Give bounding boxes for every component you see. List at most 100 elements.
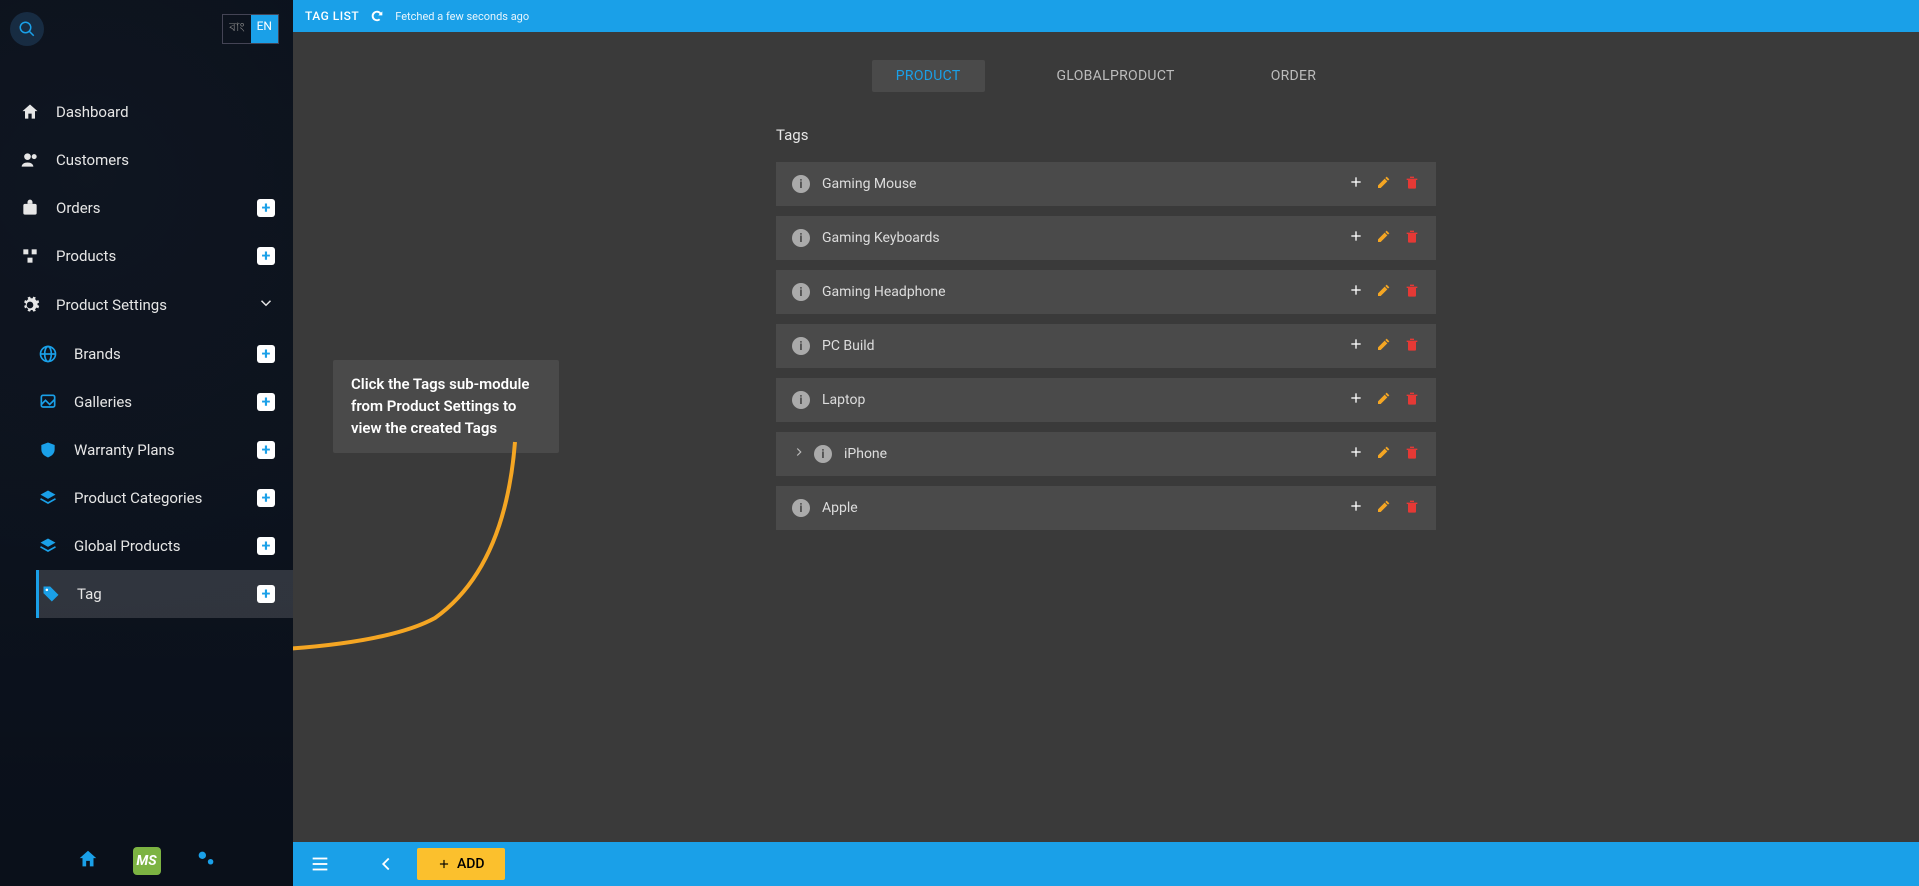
add-tag-button[interactable]: + <box>257 585 275 603</box>
add-order-button[interactable]: + <box>257 199 275 217</box>
sidebar-item-label: Products <box>56 247 116 265</box>
sidebar-item-label: Tag <box>77 585 102 603</box>
add-child-button[interactable] <box>1348 498 1364 518</box>
tags-section: Tags i Gaming Mouse i Gaming Keyboards iGami… <box>776 126 1436 540</box>
sidebar-item-label: Product Categories <box>74 489 202 507</box>
sidebar-top: বাং EN <box>0 0 293 58</box>
add-product-button[interactable]: + <box>257 247 275 265</box>
add-warranty-button[interactable]: + <box>257 441 275 459</box>
edit-button[interactable] <box>1376 390 1392 410</box>
gear-icon <box>18 295 42 315</box>
delete-button[interactable] <box>1404 336 1420 356</box>
info-icon[interactable]: i <box>792 337 810 355</box>
delete-button[interactable] <box>1404 174 1420 194</box>
main: TAG LIST Fetched a few seconds ago PRODU… <box>293 0 1919 886</box>
info-icon[interactable]: i <box>814 445 832 463</box>
add-child-button[interactable] <box>1348 228 1364 248</box>
sidebar-item-warranty-plans[interactable]: Warranty Plans + <box>36 426 293 474</box>
add-child-button[interactable] <box>1348 336 1364 356</box>
add-child-button[interactable] <box>1348 444 1364 464</box>
add-button[interactable]: ADD <box>417 848 505 880</box>
tag-row[interactable]: iLaptop <box>776 378 1436 422</box>
info-icon[interactable]: i <box>792 499 810 517</box>
tag-row[interactable]: iiPhone <box>776 432 1436 476</box>
add-category-button[interactable]: + <box>257 489 275 507</box>
tooltip: Click the Tags sub-module from Product S… <box>333 360 559 453</box>
plus-icon <box>437 857 451 871</box>
section-heading: Tags <box>776 126 1436 144</box>
sidebar-item-label: Orders <box>56 199 101 217</box>
sidebar-item-label: Global Products <box>74 537 181 555</box>
tag-row[interactable]: i Apple <box>776 486 1436 530</box>
edit-button[interactable] <box>1376 282 1392 302</box>
tag-label: Apple <box>822 500 858 516</box>
topbar: TAG LIST Fetched a few seconds ago <box>293 0 1919 32</box>
tabs: PRODUCT GLOBALPRODUCT ORDER <box>872 60 1340 92</box>
sidebar-item-label: Brands <box>74 345 121 363</box>
sidebar-item-product-settings[interactable]: Product Settings <box>0 280 293 330</box>
edit-button[interactable] <box>1376 228 1392 248</box>
tab-product[interactable]: PRODUCT <box>872 60 985 92</box>
info-icon[interactable]: i <box>792 175 810 193</box>
add-gallery-button[interactable]: + <box>257 393 275 411</box>
bottombar: ADD <box>293 842 1919 886</box>
tag-label: Gaming Keyboards <box>822 230 940 246</box>
lang-en[interactable]: EN <box>251 15 278 43</box>
back-icon[interactable] <box>375 853 397 875</box>
search-button[interactable] <box>10 12 44 46</box>
refresh-icon[interactable] <box>369 8 385 24</box>
sidebar-item-label: Galleries <box>74 393 132 411</box>
settings-icon[interactable] <box>195 848 217 874</box>
add-button-label: ADD <box>457 856 485 872</box>
edit-button[interactable] <box>1376 444 1392 464</box>
delete-button[interactable] <box>1404 498 1420 518</box>
users-icon <box>18 150 42 170</box>
sidebar-item-products[interactable]: Products + <box>0 232 293 280</box>
menu-icon[interactable] <box>309 853 331 875</box>
sidebar-item-brands[interactable]: Brands + <box>36 330 293 378</box>
fetch-status: Fetched a few seconds ago <box>395 10 529 23</box>
delete-button[interactable] <box>1404 444 1420 464</box>
chevron-right-icon[interactable] <box>792 445 806 463</box>
tag-row[interactable]: iGaming Headphone <box>776 270 1436 314</box>
sidebar-item-label: Product Settings <box>56 296 167 314</box>
tab-order[interactable]: ORDER <box>1247 60 1341 92</box>
sidebar-item-customers[interactable]: Customers <box>0 136 293 184</box>
add-brand-button[interactable]: + <box>257 345 275 363</box>
sidebar-item-orders[interactable]: Orders + <box>0 184 293 232</box>
ms-badge[interactable]: MS <box>133 847 161 875</box>
info-icon[interactable]: i <box>792 283 810 301</box>
delete-button[interactable] <box>1404 228 1420 248</box>
tag-row[interactable]: iPC Build <box>776 324 1436 368</box>
edit-button[interactable] <box>1376 174 1392 194</box>
content: PRODUCT GLOBALPRODUCT ORDER Tags iGaming… <box>293 32 1919 842</box>
home-icon[interactable] <box>77 848 99 874</box>
add-global-product-button[interactable]: + <box>257 537 275 555</box>
delete-button[interactable] <box>1404 390 1420 410</box>
tag-row[interactable]: i Gaming Mouse <box>776 162 1436 206</box>
home-icon <box>18 102 42 122</box>
tag-label: Gaming Mouse <box>822 176 916 192</box>
info-icon[interactable]: i <box>792 391 810 409</box>
delete-button[interactable] <box>1404 282 1420 302</box>
edit-button[interactable] <box>1376 498 1392 518</box>
products-icon <box>18 246 42 266</box>
orders-icon <box>18 198 42 218</box>
add-child-button[interactable] <box>1348 282 1364 302</box>
edit-button[interactable] <box>1376 336 1392 356</box>
tab-globalproduct[interactable]: GLOBALPRODUCT <box>1033 60 1199 92</box>
lang-bn[interactable]: বাং <box>223 15 250 43</box>
sidebar-item-dashboard[interactable]: Dashboard <box>0 88 293 136</box>
sidebar-item-global-products[interactable]: Global Products + <box>36 522 293 570</box>
sidebar-item-product-categories[interactable]: Product Categories + <box>36 474 293 522</box>
sidebar-item-galleries[interactable]: Galleries + <box>36 378 293 426</box>
sidebar-item-tag[interactable]: Tag + <box>36 570 293 618</box>
search-icon <box>18 20 36 38</box>
add-child-button[interactable] <box>1348 390 1364 410</box>
arrow-annotation <box>293 438 525 668</box>
sidebar-item-label: Dashboard <box>56 103 129 121</box>
tag-row[interactable]: i Gaming Keyboards <box>776 216 1436 260</box>
sidebar-bottom: MS <box>0 836 293 886</box>
info-icon[interactable]: i <box>792 229 810 247</box>
add-child-button[interactable] <box>1348 174 1364 194</box>
